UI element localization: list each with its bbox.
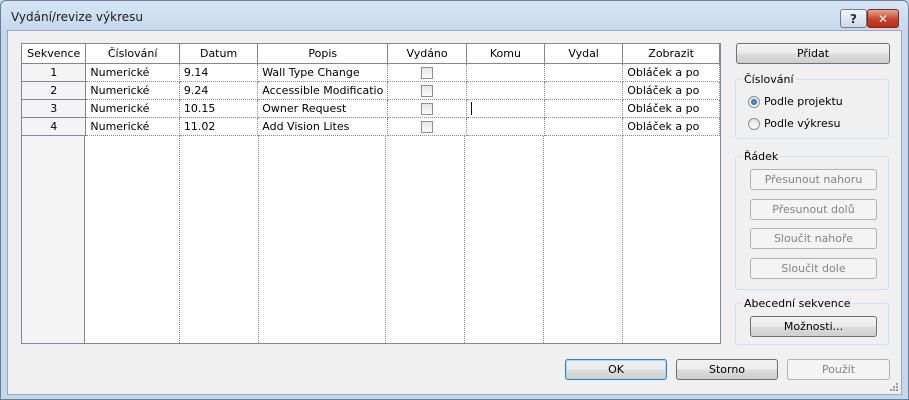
cell-issued[interactable] [387,117,467,136]
cell-numbering[interactable]: Numerické [85,117,180,136]
dialog-client-area: Sekvence Číslování Datum Popis Vydáno Ko… [7,30,902,395]
add-button-label: Přidat [796,47,830,60]
cell-show[interactable]: Obláček a po [622,117,720,136]
cell-issued-by[interactable] [544,117,624,136]
window-title: Vydání/revize výkresu [11,10,143,24]
cell-numbering[interactable]: Numerické [85,63,180,82]
header-numbering[interactable]: Číslování [85,44,180,64]
merge-up-button[interactable]: Sloučit nahoře [750,228,877,249]
cell-date[interactable]: 9.14 [179,63,259,82]
column-divider [385,136,386,343]
header-sequence[interactable]: Sekvence [22,44,87,64]
row-group: Řádek Přesunout nahoru Přesunout dolů Sl… [735,150,889,290]
alpha-sequence-label: Abecední sekvence [742,297,853,310]
text-caret [470,101,472,115]
column-divider [179,136,180,343]
radio-by-project-label: Podle projektu [764,95,843,108]
options-button[interactable]: Možnosti... [750,316,877,337]
cell-description[interactable]: Add Vision Lites [257,117,389,136]
cell-issued-to[interactable] [466,81,546,100]
cell-date[interactable]: 11.02 [179,117,259,136]
move-down-label: Přesunout dolů [772,203,855,216]
radio-by-sheet[interactable]: Podle výkresu [748,117,840,130]
merge-down-label: Sloučit dole [781,262,846,275]
move-up-label: Přesunout nahoru [764,173,863,186]
cancel-label: Storno [708,363,746,376]
apply-label: Použít [821,363,856,376]
numbering-group-label: Číslování [742,73,796,86]
column-divider [258,136,259,343]
cell-issued-by[interactable] [544,99,624,118]
cell-sequence[interactable]: 2 [22,81,87,100]
merge-down-button[interactable]: Sloučit dole [750,258,877,279]
revision-table: Sekvence Číslování Datum Popis Vydáno Ko… [22,44,720,136]
help-icon: ? [850,11,857,26]
table-row[interactable]: 1 Numerické 9.14 Wall Type Change Obláče… [22,63,720,82]
header-description[interactable]: Popis [257,44,389,64]
cell-issued[interactable] [387,99,467,118]
header-issued[interactable]: Vydáno [387,44,467,64]
move-down-button[interactable]: Přesunout dolů [750,199,877,220]
cell-sequence[interactable]: 4 [22,117,87,136]
cell-issued-to[interactable] [466,117,546,136]
issued-checkbox[interactable] [421,120,434,133]
cell-issued[interactable] [387,63,467,82]
title-bar[interactable]: Vydání/revize výkresu ? ✕ [1,1,908,29]
cell-description[interactable]: Wall Type Change [257,63,389,82]
options-label: Možnosti... [783,320,844,333]
table-row[interactable]: 4 Numerické 11.02 Add Vision Lites Obláč… [22,117,720,136]
resize-grip-icon[interactable] [889,382,899,392]
table-row[interactable]: 3 Numerické 10.15 Owner Request Obláček … [22,99,720,118]
alpha-sequence-group: Abecední sekvence Možnosti... [735,297,889,345]
dialog-window: Vydání/revize výkresu ? ✕ Sekvence Číslo… [0,0,909,400]
table-header-row: Sekvence Číslování Datum Popis Vydáno Ko… [22,44,720,64]
cell-issued-by[interactable] [544,81,624,100]
close-icon: ✕ [877,11,889,26]
cell-sequence[interactable]: 3 [22,99,87,118]
cell-description[interactable]: Owner Request [257,99,389,118]
ok-button[interactable]: OK [565,359,667,380]
cell-description[interactable]: Accessible Modificatio [257,81,389,100]
column-divider [622,136,623,343]
cell-numbering[interactable]: Numerické [85,99,180,118]
header-issued-by[interactable]: Vydal [544,44,624,64]
ok-label: OK [608,363,624,376]
header-issued-to[interactable]: Komu [466,44,546,64]
issued-checkbox[interactable] [421,102,434,115]
merge-up-label: Sloučit nahoře [773,232,854,245]
cell-issued-by[interactable] [544,63,624,82]
revision-grid[interactable]: Sekvence Číslování Datum Popis Vydáno Ko… [21,43,721,344]
close-button[interactable]: ✕ [867,9,899,28]
column-divider [543,136,544,343]
cell-issued-to[interactable] [466,63,546,82]
issued-checkbox[interactable] [421,84,434,97]
issued-checkbox[interactable] [421,66,434,79]
cancel-button[interactable]: Storno [676,359,778,380]
table-row[interactable]: 2 Numerické 9.24 Accessible Modificatio … [22,81,720,100]
cell-date[interactable]: 9.24 [179,81,259,100]
radio-unselected-icon [748,117,760,130]
help-button[interactable]: ? [840,9,867,28]
radio-by-sheet-label: Podle výkresu [764,117,841,130]
row-group-label: Řádek [742,150,781,163]
cell-show[interactable]: Obláček a po [622,81,720,100]
header-show[interactable]: Zobrazit [622,44,720,64]
numbering-group: Číslování Podle projektu Podle výkresu [735,73,889,139]
move-up-button[interactable]: Přesunout nahoru [750,169,877,190]
sequence-column-fill [22,136,85,343]
apply-button[interactable]: Použít [787,359,890,380]
radio-selected-icon [748,95,760,108]
cell-date[interactable]: 10.15 [179,99,259,118]
cell-issued-to[interactable] [466,99,546,118]
cell-show[interactable]: Obláček a po [622,63,720,82]
radio-by-project[interactable]: Podle projektu [748,95,843,108]
cell-show[interactable]: Obláček a po [622,99,720,118]
cell-sequence[interactable]: 1 [22,63,87,82]
column-divider [464,136,465,343]
cell-issued[interactable] [387,81,467,100]
cell-numbering[interactable]: Numerické [85,81,180,100]
header-date[interactable]: Datum [179,44,259,64]
add-button[interactable]: Přidat [736,43,890,64]
